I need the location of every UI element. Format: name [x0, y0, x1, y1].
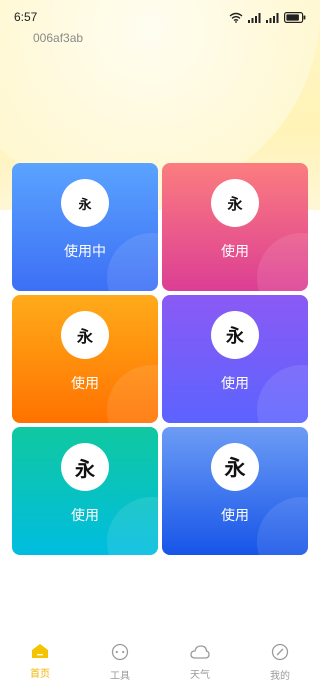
wifi-icon [229, 8, 243, 27]
battery-icon [284, 8, 306, 27]
signal-icon [266, 8, 279, 27]
card-decoration [257, 497, 308, 555]
style-preview-glyph: 永 [61, 179, 109, 227]
style-card[interactable]: 永 使用 [162, 427, 308, 555]
card-decoration [257, 233, 308, 291]
card-decoration [107, 365, 158, 423]
card-decoration [107, 497, 158, 555]
tab-home[interactable]: 首页 [0, 638, 80, 690]
style-use-button[interactable]: 使用 [221, 373, 249, 393]
style-grid: 永 使用中 永 使用 永 使用 永 使用 永 使用 永 使用 [12, 163, 308, 555]
style-preview-glyph: 永 [61, 311, 109, 359]
style-use-button[interactable]: 使用中 [64, 241, 106, 261]
style-card[interactable]: 永 使用中 [12, 163, 158, 291]
tools-icon [111, 643, 129, 665]
tab-label: 天气 [190, 670, 210, 681]
style-card[interactable]: 永 使用 [162, 295, 308, 423]
style-use-button[interactable]: 使用 [221, 241, 249, 261]
style-preview-glyph: 永 [211, 311, 259, 359]
style-preview-glyph: 永 [211, 179, 259, 227]
style-use-button[interactable]: 使用 [71, 505, 99, 525]
user-id: 006af3ab [33, 31, 84, 45]
tab-profile[interactable]: 我的 [240, 638, 320, 690]
style-card[interactable]: 永 使用 [12, 295, 158, 423]
card-decoration [257, 365, 308, 423]
signal-icon [248, 8, 261, 27]
tab-label: 工具 [110, 671, 130, 682]
home-icon [31, 643, 49, 663]
tab-label: 首页 [30, 669, 50, 680]
status-bar: 6:57 [0, 0, 320, 34]
style-card[interactable]: 永 使用 [162, 163, 308, 291]
style-card[interactable]: 永 使用 [12, 427, 158, 555]
status-icons [229, 8, 306, 27]
style-preview-glyph: 永 [211, 443, 259, 491]
tab-tools[interactable]: 工具 [80, 638, 160, 690]
tab-weather[interactable]: 天气 [160, 638, 240, 690]
style-preview-glyph: 永 [61, 443, 109, 491]
weather-icon [190, 643, 210, 664]
profile-icon [271, 643, 289, 665]
bottom-tab-bar: 首页 工具 天气 我的 [0, 638, 320, 690]
tab-label: 我的 [270, 671, 290, 682]
status-time: 6:57 [14, 10, 38, 24]
style-use-button[interactable]: 使用 [221, 505, 249, 525]
style-use-button[interactable]: 使用 [71, 373, 99, 393]
card-decoration [107, 233, 158, 291]
